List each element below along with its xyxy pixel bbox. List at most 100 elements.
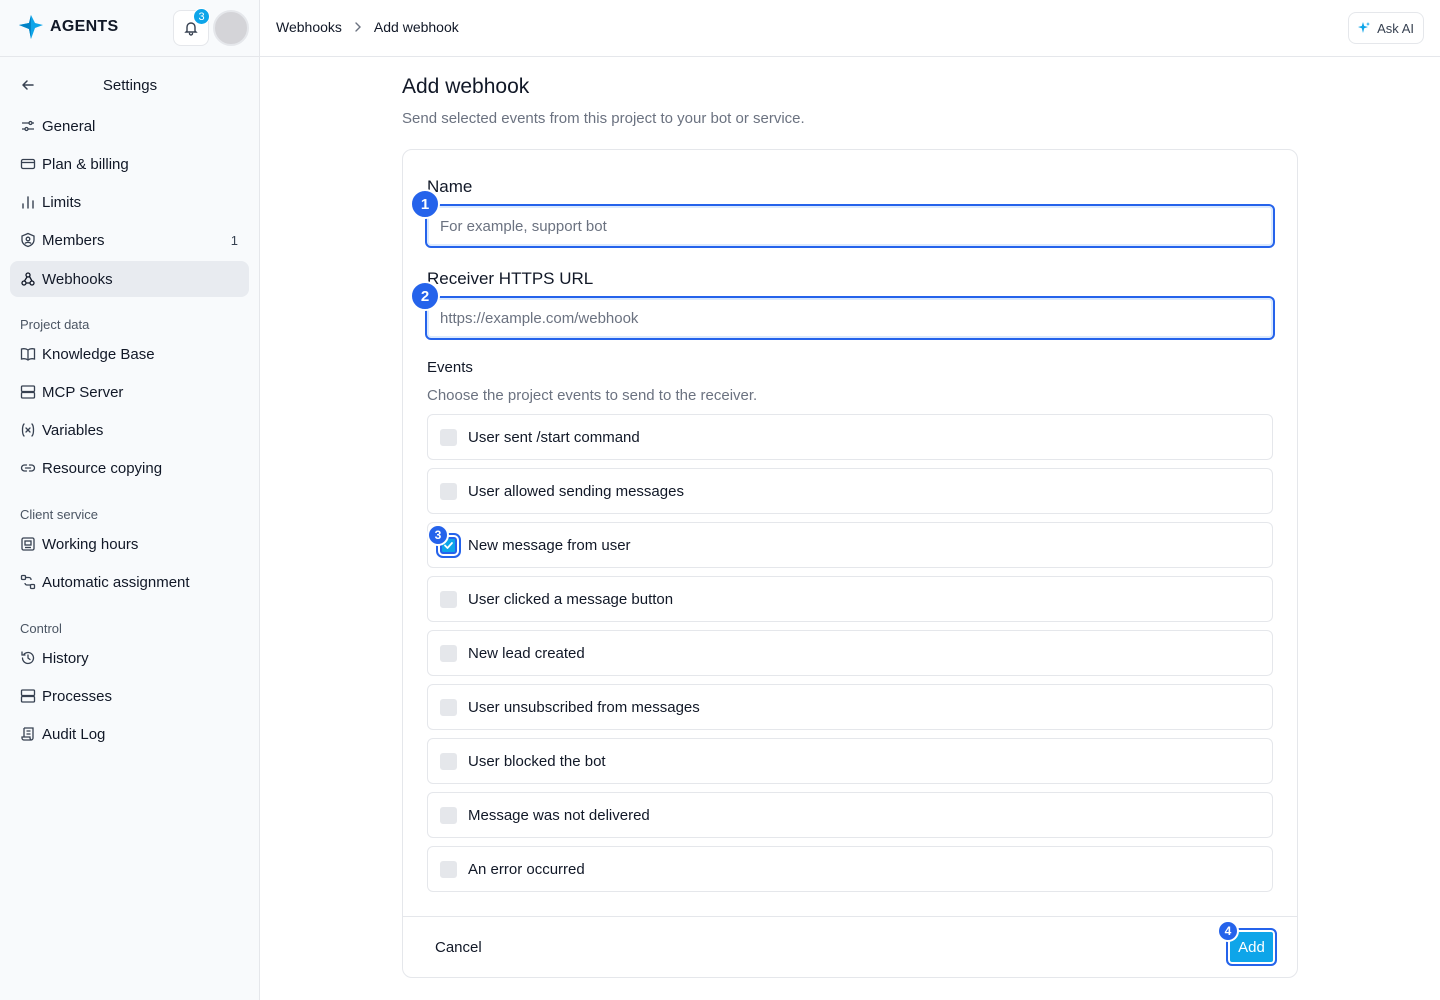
event-checkbox[interactable] (440, 806, 457, 824)
variable-icon (21, 423, 35, 437)
notification-badge: 3 (193, 8, 210, 25)
event-option-new-lead[interactable]: New lead created (427, 630, 1273, 676)
event-checkbox[interactable] (440, 752, 457, 770)
sidebar-item-knowledge-base[interactable]: Knowledge Base (10, 336, 249, 372)
event-checkbox[interactable] (440, 698, 457, 716)
breadcrumb: Webhooks Add webhook (276, 19, 459, 35)
sidebar-item-general[interactable]: General (10, 108, 249, 144)
events-subtitle: Choose the project events to send to the… (427, 387, 758, 404)
sidebar-item-label: General (42, 117, 96, 135)
event-checkbox[interactable] (440, 590, 457, 608)
receiver-url-input[interactable] (425, 296, 1275, 340)
logo-icon (19, 15, 43, 39)
settings-header: Settings (10, 70, 250, 100)
sidebar-item-label: MCP Server (42, 383, 124, 401)
event-label: An error occurred (468, 860, 585, 878)
step-marker-2: 2 (410, 281, 440, 311)
notifications-button[interactable]: 3 (173, 8, 210, 46)
event-option-button-clicked[interactable]: User clicked a message button (427, 576, 1273, 622)
avatar[interactable] (213, 10, 249, 46)
event-option-new-message[interactable]: New message from user (427, 522, 1273, 568)
webhook-icon (21, 272, 35, 286)
event-option-error[interactable]: An error occurred (427, 846, 1273, 892)
brand-name: AGENTS (50, 18, 119, 35)
step-marker-4: 4 (1217, 920, 1239, 942)
section-title-control: Control (20, 621, 62, 636)
event-option-not-delivered[interactable]: Message was not delivered (427, 792, 1273, 838)
route-icon (20, 574, 36, 590)
sliders-icon (22, 120, 34, 132)
page-subtitle: Send selected events from this project t… (402, 110, 805, 127)
event-label: Message was not delivered (468, 806, 650, 824)
sidebar-item-label: Knowledge Base (42, 345, 155, 363)
sidebar-item-label: Processes (42, 687, 113, 705)
sidebar-item-label: History (42, 649, 89, 667)
sparkle-icon (1358, 22, 1371, 33)
event-label: User unsubscribed from messages (468, 698, 700, 716)
sidebar-item-label: Limits (42, 193, 82, 211)
section-title-client-service: Client service (20, 507, 99, 522)
credit-card-icon (20, 158, 36, 170)
sidebar-item-mcp-server[interactable]: MCP Server (10, 374, 249, 410)
sidebar-item-members[interactable]: Members 1 (10, 222, 249, 258)
sidebar-item-processes[interactable]: Processes (10, 678, 249, 714)
sidebar-item-variables[interactable]: Variables (10, 412, 249, 448)
settings-title: Settings (102, 76, 158, 94)
scroll-icon (21, 727, 34, 741)
ask-ai-label: Ask AI (1377, 20, 1414, 36)
sidebar-item-label: Working hours (42, 535, 139, 553)
event-option-unsubscribed[interactable]: User unsubscribed from messages (427, 684, 1273, 730)
sidebar-item-resource-copying[interactable]: Resource copying (10, 450, 249, 486)
event-label: User sent /start command (468, 428, 640, 446)
topbar: Webhooks Add webhook Ask AI (260, 0, 1440, 57)
cancel-button[interactable]: Cancel (423, 930, 494, 964)
sidebar-item-webhooks[interactable]: Webhooks (10, 261, 249, 297)
event-option-start-command[interactable]: User sent /start command (427, 414, 1273, 460)
sidebar-item-label: Resource copying (42, 459, 163, 477)
sidebar-item-plan-billing[interactable]: Plan & billing (10, 146, 249, 182)
server-icon (20, 385, 36, 399)
ask-ai-button[interactable]: Ask AI (1348, 12, 1424, 44)
event-label: New lead created (468, 644, 585, 662)
url-field-label: Receiver HTTPS URL (427, 269, 594, 288)
logo[interactable]: AGENTS (18, 14, 118, 40)
sidebar-item-history[interactable]: History (10, 640, 249, 676)
user-shield-icon (21, 232, 35, 248)
event-checkbox[interactable] (440, 860, 457, 878)
sidebar: AGENTS 3 Settings General Plan & billing… (0, 0, 260, 1000)
link-icon (20, 464, 36, 472)
sidebar-item-automatic-assignment[interactable]: Automatic assignment (10, 564, 249, 600)
calendar-icon (21, 537, 35, 551)
step-marker-3: 3 (427, 524, 449, 546)
sidebar-item-label: Plan & billing (42, 155, 129, 173)
sidebar-item-audit-log[interactable]: Audit Log (10, 716, 249, 752)
name-input[interactable] (425, 204, 1275, 248)
book-icon (20, 348, 36, 361)
event-checkbox[interactable] (440, 428, 457, 446)
bar-chart-icon (22, 196, 34, 209)
breadcrumb-webhooks[interactable]: Webhooks (276, 19, 342, 35)
page-title: Add webhook (402, 75, 530, 98)
event-label: User clicked a message button (468, 590, 674, 608)
members-count: 1 (230, 232, 238, 248)
event-label: New message from user (468, 536, 631, 554)
sidebar-item-label: Automatic assignment (42, 573, 190, 591)
sidebar-item-label: Audit Log (42, 725, 106, 743)
history-icon (21, 651, 35, 665)
arrow-left-icon[interactable] (20, 77, 36, 93)
chevron-right-icon (355, 22, 361, 32)
brand-bar: AGENTS 3 (0, 0, 259, 57)
event-option-allowed-messages[interactable]: User allowed sending messages (427, 468, 1273, 514)
section-title-project-data: Project data (20, 317, 90, 332)
event-checkbox[interactable] (440, 644, 457, 662)
event-checkbox[interactable] (440, 482, 457, 500)
sidebar-item-label: Variables (42, 421, 104, 439)
event-label: User blocked the bot (468, 752, 606, 770)
sidebar-item-label: Webhooks (42, 270, 113, 288)
event-option-blocked-bot[interactable]: User blocked the bot (427, 738, 1273, 784)
sidebar-item-limits[interactable]: Limits (10, 184, 249, 220)
breadcrumb-add-webhook: Add webhook (373, 19, 459, 35)
sidebar-item-working-hours[interactable]: Working hours (10, 526, 249, 562)
event-label: User allowed sending messages (468, 482, 684, 500)
card-footer-divider (403, 916, 1297, 917)
